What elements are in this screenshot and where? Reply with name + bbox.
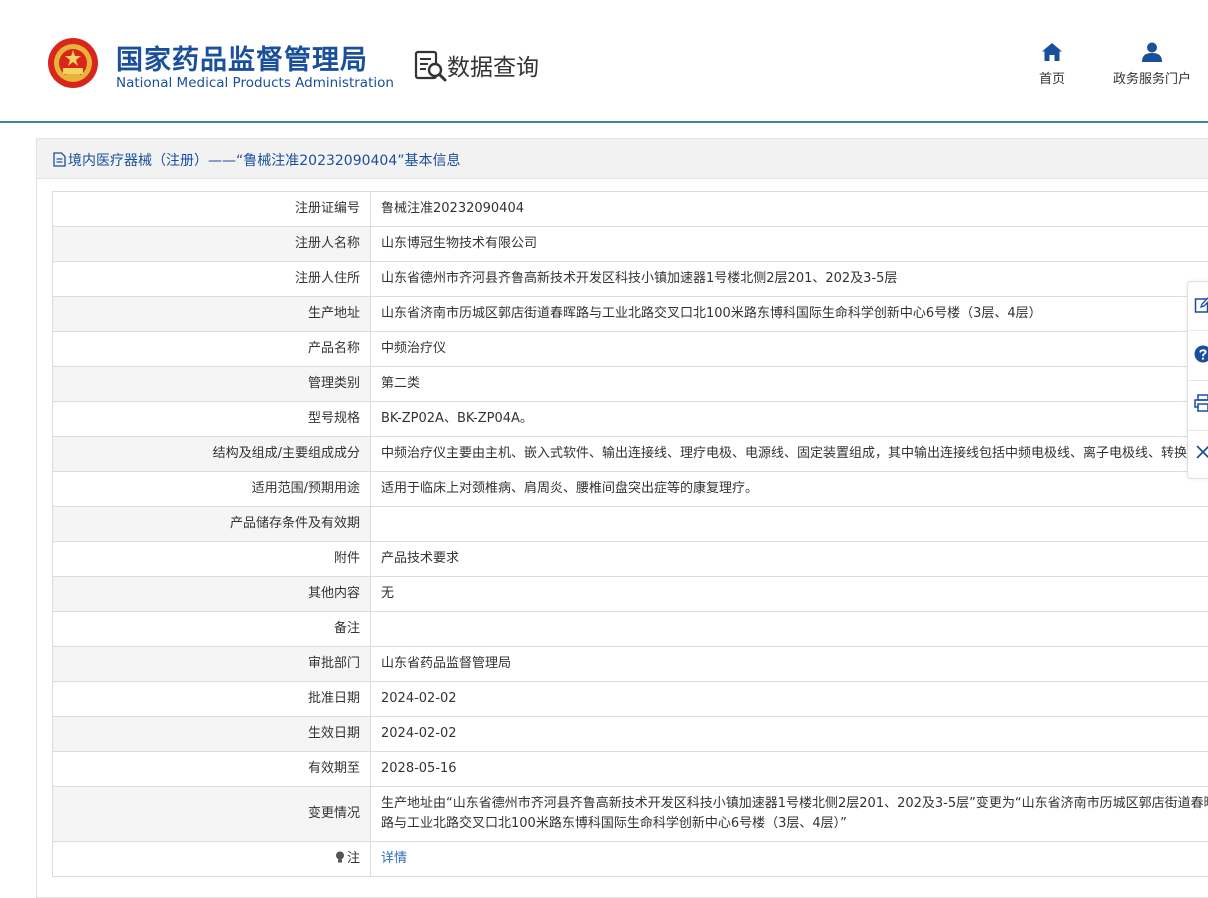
table-row-note: 注 详情 — [53, 842, 1208, 877]
field-label: 产品名称 — [53, 332, 371, 367]
nav-service-portal-label: 政务服务门户 — [1113, 72, 1191, 87]
field-label: 审批部门 — [53, 647, 371, 682]
field-label: 适用范围/预期用途 — [53, 472, 371, 507]
field-label: 注册人住所 — [53, 262, 371, 297]
toolbar-divider — [1188, 430, 1208, 431]
field-label: 备注 — [53, 612, 371, 647]
section-title: 数据查询 — [447, 48, 539, 82]
nav-home-label: 首页 — [1039, 72, 1065, 87]
toolbar-divider — [1188, 380, 1208, 381]
device-info-table: 注册证编号鲁械注准20232090404注册人名称山东博冠生物技术有限公司注册人… — [52, 191, 1208, 877]
note-label: 注 — [347, 851, 360, 866]
data-query-icon — [414, 49, 448, 83]
site-title-cn[interactable]: 国家药品监督管理局 — [116, 38, 368, 77]
side-toolbar — [1187, 281, 1208, 479]
field-value: 山东省德州市齐河县齐鲁高新技术开发区科技小镇加速器1号楼北侧2层201、202及… — [371, 262, 1208, 297]
bulb-icon — [335, 851, 345, 863]
field-label: 其他内容 — [53, 577, 371, 612]
field-value: 山东博冠生物技术有限公司 — [371, 227, 1208, 262]
field-label: 批准日期 — [53, 682, 371, 717]
field-value: BK-ZP02A、BK-ZP04A。 — [371, 402, 1208, 437]
panel-title: 境内医疗器械（注册）——“鲁械注准20232090404”基本信息 — [68, 150, 460, 170]
table-row: 审批部门山东省药品监督管理局 — [53, 647, 1208, 682]
table-row: 产品名称中频治疗仪 — [53, 332, 1208, 367]
field-value: 中频治疗仪主要由主机、嵌入式软件、输出连接线、理疗电极、电源线、固定装置组成，其… — [371, 437, 1208, 472]
field-label: 生效日期 — [53, 717, 371, 752]
field-value: 适用于临床上对颈椎病、肩周炎、腰椎间盘突出症等的康复理疗。 — [371, 472, 1208, 507]
nav-home-link[interactable]: 首页 — [1030, 42, 1074, 87]
national-emblem-icon — [46, 36, 100, 90]
field-label: 有效期至 — [53, 752, 371, 787]
table-row: 适用范围/预期用途适用于临床上对颈椎病、肩周炎、腰椎间盘突出症等的康复理疗。 — [53, 472, 1208, 507]
field-value: 无 — [371, 577, 1208, 612]
field-value: 生产地址由“山东省德州市齐河县齐鲁高新技术开发区科技小镇加速器1号楼北侧2层20… — [371, 787, 1208, 842]
table-row: 其他内容无 — [53, 577, 1208, 612]
table-row: 变更情况生产地址由“山东省德州市齐河县齐鲁高新技术开发区科技小镇加速器1号楼北侧… — [53, 787, 1208, 842]
site-title-en[interactable]: National Medical Products Administration — [116, 75, 394, 91]
field-value — [371, 507, 1208, 542]
table-row: 结构及组成/主要组成成分中频治疗仪主要由主机、嵌入式软件、输出连接线、理疗电极、… — [53, 437, 1208, 472]
note-value-cell: 详情 — [371, 842, 1208, 877]
header-divider — [0, 121, 1208, 123]
field-label: 管理类别 — [53, 367, 371, 402]
field-label: 注册证编号 — [53, 192, 371, 227]
field-value: 2028-05-16 — [371, 752, 1208, 787]
help-icon[interactable] — [1194, 345, 1208, 363]
field-value: 第二类 — [371, 367, 1208, 402]
user-icon — [1141, 42, 1163, 62]
table-row: 注册证编号鲁械注准20232090404 — [53, 192, 1208, 227]
field-label: 结构及组成/主要组成成分 — [53, 437, 371, 472]
field-value: 中频治疗仪 — [371, 332, 1208, 367]
table-row: 型号规格BK-ZP02A、BK-ZP04A。 — [53, 402, 1208, 437]
field-label: 变更情况 — [53, 787, 371, 842]
close-icon[interactable] — [1194, 443, 1208, 461]
note-label-cell: 注 — [53, 842, 371, 877]
table-row: 有效期至2028-05-16 — [53, 752, 1208, 787]
details-link[interactable]: 详情 — [381, 851, 407, 866]
field-label: 生产地址 — [53, 297, 371, 332]
table-row: 生效日期2024-02-02 — [53, 717, 1208, 752]
table-row: 生产地址山东省济南市历城区郭店街道春晖路与工业北路交叉口北100米路东博科国际生… — [53, 297, 1208, 332]
field-value: 2024-02-02 — [371, 717, 1208, 752]
panel-header: 境内医疗器械（注册）——“鲁械注准20232090404”基本信息 — [37, 139, 1208, 179]
toolbar-divider — [1188, 330, 1208, 331]
site-header: 国家药品监督管理局 National Medical Products Admi… — [0, 0, 1208, 121]
nav-service-portal-link[interactable]: 政务服务门户 — [1104, 42, 1200, 87]
field-value: 山东省药品监督管理局 — [371, 647, 1208, 682]
table-row: 注册人住所山东省德州市齐河县齐鲁高新技术开发区科技小镇加速器1号楼北侧2层201… — [53, 262, 1208, 297]
table-row: 备注 — [53, 612, 1208, 647]
field-value: 鲁械注准20232090404 — [371, 192, 1208, 227]
document-icon — [53, 152, 66, 167]
table-row: 附件产品技术要求 — [53, 542, 1208, 577]
field-label: 附件 — [53, 542, 371, 577]
field-value: 山东省济南市历城区郭店街道春晖路与工业北路交叉口北100米路东博科国际生命科学创… — [371, 297, 1208, 332]
detail-panel: 境内医疗器械（注册）——“鲁械注准20232090404”基本信息 注册证编号鲁… — [36, 138, 1208, 898]
field-value: 2024-02-02 — [371, 682, 1208, 717]
field-value — [371, 612, 1208, 647]
table-row: 批准日期2024-02-02 — [53, 682, 1208, 717]
field-label: 型号规格 — [53, 402, 371, 437]
edit-icon[interactable] — [1194, 296, 1208, 314]
print-icon[interactable] — [1194, 394, 1208, 412]
table-row: 注册人名称山东博冠生物技术有限公司 — [53, 227, 1208, 262]
home-icon — [1041, 42, 1063, 62]
field-value: 产品技术要求 — [371, 542, 1208, 577]
table-row: 管理类别第二类 — [53, 367, 1208, 402]
table-row: 产品储存条件及有效期 — [53, 507, 1208, 542]
field-label: 注册人名称 — [53, 227, 371, 262]
field-label: 产品储存条件及有效期 — [53, 507, 371, 542]
